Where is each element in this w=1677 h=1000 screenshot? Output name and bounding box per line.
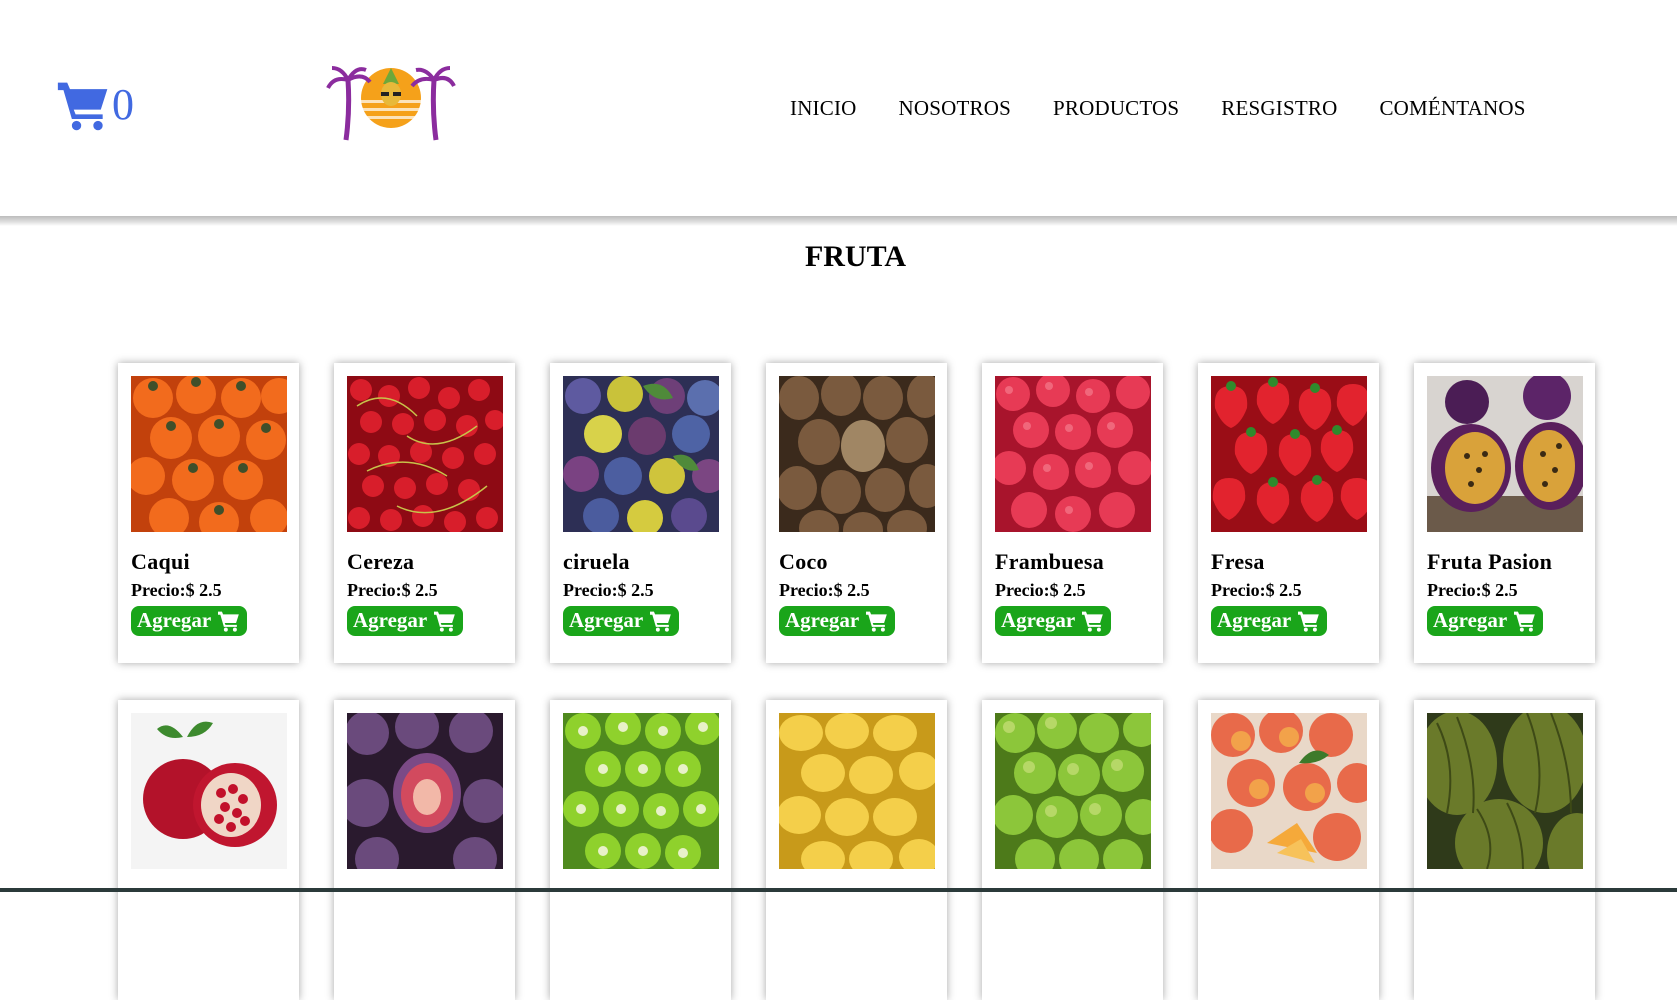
add-button-label: Agregar	[353, 608, 428, 633]
add-button-label: Agregar	[137, 608, 212, 633]
product-card	[1414, 700, 1595, 1000]
cart-icon	[650, 611, 672, 632]
add-to-cart-button[interactable]: Agregar	[1211, 605, 1328, 636]
add-button-label: Agregar	[1433, 608, 1508, 633]
product-card: Fruta Pasion Precio:$ 2.5 Agregar	[1414, 363, 1595, 663]
cart-count: 0	[112, 80, 134, 129]
add-to-cart-button[interactable]: Agregar	[347, 605, 464, 636]
product-card: ciruela Precio:$ 2.5 Agregar	[550, 363, 731, 663]
nav-nosotros[interactable]: NOSOTROS	[899, 96, 1011, 121]
nav-inicio[interactable]: INICIO	[790, 96, 857, 121]
raspberries-image	[995, 376, 1151, 532]
nav-registro[interactable]: RESGISTRO	[1221, 96, 1337, 121]
header-divider	[0, 216, 1677, 226]
pomegranate-image	[131, 713, 287, 869]
product-name: Coco	[779, 549, 828, 574]
product-name: Fresa	[1211, 549, 1265, 574]
product-card	[766, 700, 947, 1000]
plums-image	[563, 376, 719, 532]
product-name: Frambuesa	[995, 549, 1105, 574]
product-name: Cereza	[347, 549, 415, 574]
nav-productos[interactable]: PRODUCTOS	[1053, 96, 1179, 121]
product-name: ciruela	[563, 549, 630, 574]
product-card	[1198, 700, 1379, 1000]
add-button-label: Agregar	[1217, 608, 1292, 633]
product-price: Precio:$ 2.5	[1211, 580, 1302, 601]
product-card: Caqui Precio:$ 2.5 Agregar	[118, 363, 299, 663]
add-to-cart-button[interactable]: Agregar	[131, 605, 248, 636]
cart-icon	[1082, 611, 1104, 632]
cherries-image	[347, 376, 503, 532]
cart-icon	[434, 611, 456, 632]
cart-icon	[1298, 611, 1320, 632]
coconuts-image	[779, 376, 935, 532]
product-price: Precio:$ 2.5	[995, 580, 1086, 601]
kiwis-image	[563, 713, 719, 869]
cart-icon	[218, 611, 240, 632]
product-card: Fresa Precio:$ 2.5 Agregar	[1198, 363, 1379, 663]
nav-comentanos[interactable]: COMÉNTANOS	[1379, 96, 1525, 121]
main-nav: INICIO NOSOTROS PRODUCTOS RESGISTRO COMÉ…	[790, 96, 1568, 121]
bottom-edge	[0, 888, 1677, 892]
melons-image	[1427, 713, 1583, 869]
cart-button[interactable]: 0	[56, 78, 134, 132]
product-card: Cereza Precio:$ 2.5 Agregar	[334, 363, 515, 663]
product-price: Precio:$ 2.5	[563, 580, 654, 601]
product-card: Coco Precio:$ 2.5 Agregar	[766, 363, 947, 663]
lemons-image	[779, 713, 935, 869]
persimmons-image	[131, 376, 287, 532]
product-name: Caqui	[131, 549, 190, 574]
peaches-image	[1211, 713, 1367, 869]
product-card	[982, 700, 1163, 1000]
add-button-label: Agregar	[1001, 608, 1076, 633]
add-to-cart-button[interactable]: Agregar	[1427, 605, 1544, 636]
product-card	[334, 700, 515, 1000]
product-price: Precio:$ 2.5	[131, 580, 222, 601]
figs-image	[347, 713, 503, 869]
product-card: Frambuesa Precio:$ 2.5 Agregar	[982, 363, 1163, 663]
add-to-cart-button[interactable]: Agregar	[779, 605, 896, 636]
product-card	[118, 700, 299, 1000]
add-button-label: Agregar	[785, 608, 860, 633]
site-header: 0 INICIO NOSOTROS PRODUCTOS RESGISTRO CO…	[0, 0, 1677, 216]
product-price: Precio:$ 2.5	[1427, 580, 1518, 601]
product-price: Precio:$ 2.5	[347, 580, 438, 601]
green-apples-image	[995, 713, 1151, 869]
add-button-label: Agregar	[569, 608, 644, 633]
cart-icon	[57, 82, 108, 131]
tropicoco-logo[interactable]	[326, 50, 456, 146]
product-price: Precio:$ 2.5	[779, 580, 870, 601]
product-name: Fruta Pasion	[1427, 549, 1553, 574]
product-grid: Caqui Precio:$ 2.5 Agregar Cereza Precio…	[118, 363, 1595, 1000]
product-card	[550, 700, 731, 1000]
passion-fruit-image	[1427, 376, 1583, 532]
cart-icon	[866, 611, 888, 632]
add-to-cart-button[interactable]: Agregar	[563, 605, 680, 636]
strawberries-image	[1211, 376, 1367, 532]
cart-icon	[1514, 611, 1536, 632]
add-to-cart-button[interactable]: Agregar	[995, 605, 1112, 636]
section-title: FRUTA	[804, 240, 907, 273]
